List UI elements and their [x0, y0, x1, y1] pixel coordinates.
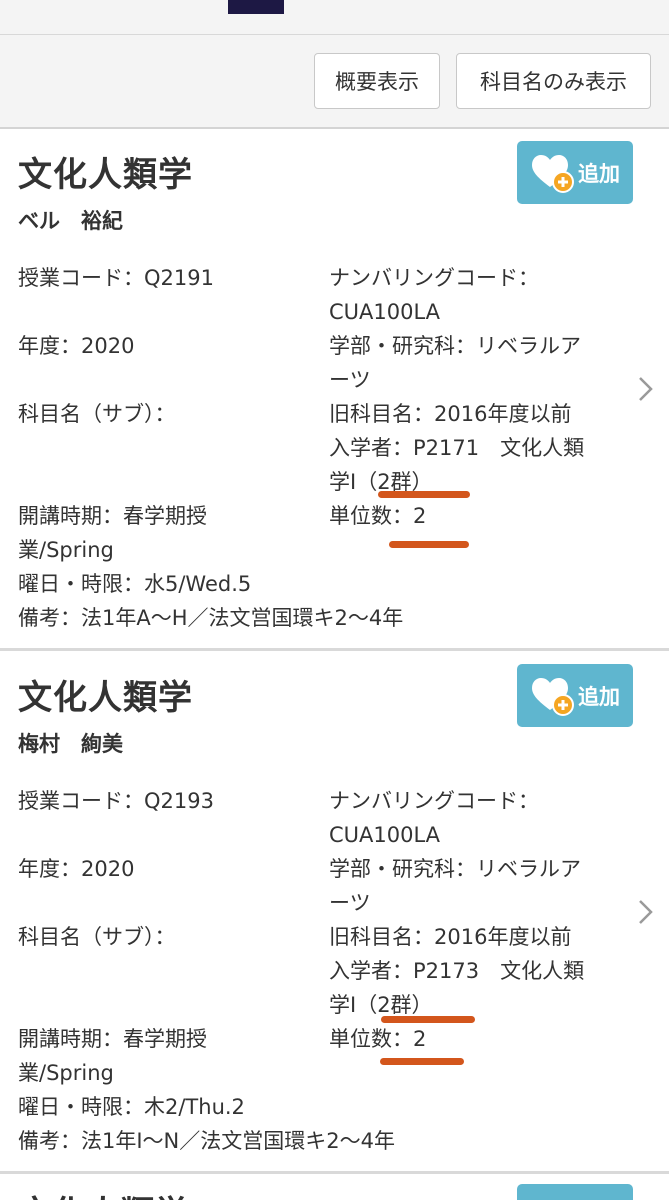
- next-course-title: 文化人類学: [18, 1186, 188, 1200]
- names-only-view-button[interactable]: 科目名のみ表示: [456, 53, 651, 109]
- term-line-1: 開講時期：春学期授: [18, 1027, 207, 1051]
- chevron-right-icon[interactable]: [636, 898, 656, 926]
- add-favorite-button[interactable]: 追加: [517, 141, 633, 204]
- course-title: 文化人類学: [18, 678, 193, 718]
- faculty-line-1: 学部・研究科：リベラルア: [329, 857, 581, 881]
- old-name-line-2: 入学者：P2173 文化人類: [329, 959, 585, 983]
- course-subtitle: 科目名（サブ）：: [18, 925, 176, 949]
- heart-plus-icon: [532, 154, 574, 193]
- day-period: 曜日・時限：水5/Wed.5: [18, 572, 252, 596]
- add-favorite-label: 追加: [578, 161, 620, 186]
- class-code: 授業コード：Q2193: [18, 789, 214, 813]
- remarks: 備考：法1年A〜H／法文営国環キ2〜4年: [18, 606, 404, 630]
- view-toggle-bar: 概要表示 科目名のみ表示: [0, 35, 669, 129]
- annotation-underline: [380, 1058, 464, 1065]
- numbering-code-label: ナンバリングコード：: [329, 789, 539, 813]
- course-teacher: ベル 裕紀: [18, 209, 123, 233]
- add-favorite-button[interactable]: [517, 1184, 633, 1200]
- numbering-code: CUA100LA: [329, 823, 441, 847]
- overview-view-button[interactable]: 概要表示: [314, 53, 440, 109]
- course-card[interactable]: 文化人類学 ベル 裕紀 追加 授業コード：Q2191 年度：2020 科目名（サ…: [0, 129, 669, 651]
- numbering-code: CUA100LA: [329, 300, 441, 324]
- term-line-2: 業/Spring: [18, 538, 114, 562]
- annotation-underline: [378, 491, 470, 498]
- academic-year: 年度：2020: [18, 857, 135, 881]
- chevron-right-icon[interactable]: [636, 375, 656, 403]
- old-name-line-3: 学Ⅰ（2群）: [329, 993, 433, 1017]
- course-subtitle: 科目名（サブ）：: [18, 402, 176, 426]
- term-line-2: 業/Spring: [18, 1061, 114, 1085]
- add-favorite-button[interactable]: 追加: [517, 664, 633, 727]
- numbering-code-label: ナンバリングコード：: [329, 266, 539, 290]
- course-teacher: 梅村 絢美: [18, 732, 123, 756]
- academic-year: 年度：2020: [18, 334, 135, 358]
- old-name-line-1: 旧科目名：2016年度以前: [329, 925, 572, 949]
- faculty-line-1: 学部・研究科：リベラルア: [329, 334, 581, 358]
- credits: 単位数：2: [329, 504, 427, 528]
- add-favorite-label: 追加: [578, 684, 620, 709]
- old-name-line-1: 旧科目名：2016年度以前: [329, 402, 572, 426]
- old-name-line-3: 学Ⅰ（2群）: [329, 470, 433, 494]
- term-line-1: 開講時期：春学期授: [18, 504, 207, 528]
- course-search-results: 概要表示 科目名のみ表示 文化人類学 ベル 裕紀 追加 授業コード：Q2191 …: [0, 0, 669, 1200]
- top-navigation-strip: [0, 0, 669, 35]
- class-code: 授業コード：Q2191: [18, 266, 214, 290]
- annotation-underline: [389, 541, 469, 548]
- old-name-line-2: 入学者：P2171 文化人類: [329, 436, 585, 460]
- credits: 単位数：2: [329, 1027, 427, 1051]
- remarks: 備考：法1年I〜N／法文営国環キ2〜4年: [18, 1129, 395, 1153]
- faculty-line-2: ーツ: [329, 891, 371, 915]
- course-title: 文化人類学: [18, 155, 193, 195]
- course-card[interactable]: 文化人類学 梅村 絢美 追加 授業コード：Q2193 年度：2020 科目名（サ…: [0, 652, 669, 1174]
- faculty-line-2: ーツ: [329, 368, 371, 392]
- day-period: 曜日・時限：木2/Thu.2: [18, 1095, 245, 1119]
- annotation-underline: [381, 1016, 475, 1023]
- active-tab-indicator[interactable]: [228, 0, 284, 14]
- heart-plus-icon: [532, 677, 574, 716]
